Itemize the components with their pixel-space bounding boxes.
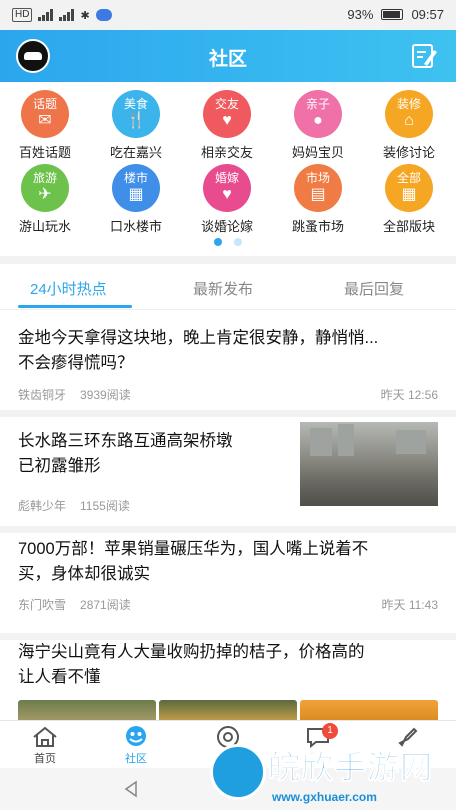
site-watermark: 皖欣手游网 www.gxhuaer.com: [210, 742, 456, 810]
battery-percent: 93%: [347, 7, 374, 22]
status-left: HD ✱: [12, 8, 112, 22]
status-right: 93% 09:57: [347, 7, 444, 22]
nav-community[interactable]: 社区: [106, 725, 166, 766]
tab-last-reply[interactable]: 最后回复: [344, 278, 404, 299]
signal-icon-2: [59, 9, 75, 21]
category-icon: 装修 ⌂: [385, 90, 433, 138]
home-icon: [33, 726, 57, 747]
category-label: 相亲交友: [200, 145, 253, 160]
list-item[interactable]: 长水路三环东路互通高架桥墩 已初露雏形 彪韩少年 1155阅读: [0, 417, 456, 533]
post-title: 金地今天拿得这块地，晚上肯定很安静，静悄悄... 不会瘆得慌吗？: [18, 329, 379, 372]
category-label: 百姓话题: [18, 145, 71, 160]
post-meta: 彪韩少年 1155阅读: [18, 497, 130, 514]
community-icon: [126, 726, 146, 746]
category-item[interactable]: 旅游 ✈ 游山玩水: [0, 164, 90, 235]
post-reads: 3939阅读: [80, 388, 131, 402]
page-dot-active[interactable]: [214, 238, 222, 246]
post-reads: 2871阅读: [80, 598, 131, 612]
category-item[interactable]: 楼市 ▦ 口水楼市: [91, 164, 181, 235]
post-title: 长水路三环东路互通高架桥墩 已初露雏形: [18, 432, 233, 475]
tab-24h-hot[interactable]: 24小时热点: [30, 278, 107, 299]
category-icon: 全部 ▦: [385, 164, 433, 212]
post-meta: 东门吹雪 2871阅读: [18, 596, 131, 613]
status-bar: HD ✱ 93% 09:57: [0, 0, 456, 30]
back-triangle-icon[interactable]: [122, 780, 140, 798]
clock: 09:57: [411, 7, 444, 22]
active-tab-indicator: [18, 305, 132, 308]
list-item[interactable]: 金地今天拿得这块地，晚上肯定很安静，静悄悄... 不会瘆得慌吗？ 铁齿铜牙 39…: [0, 310, 456, 417]
category-icon: 话题 ✉: [21, 90, 69, 138]
category-label: 装修讨论: [382, 145, 435, 160]
page-dot[interactable]: [234, 238, 242, 246]
post-time: 昨天 12:56: [380, 388, 438, 402]
category-item[interactable]: 话题 ✉ 百姓话题: [0, 90, 90, 161]
category-item[interactable]: 婚嫁 ♥ 谈婚论嫁: [182, 164, 272, 235]
feed-tabs: 24小时热点 最新发布 最后回复: [0, 264, 456, 310]
category-label: 谈婚论嫁: [200, 219, 253, 234]
post-image: [18, 700, 156, 722]
battery-icon: [381, 9, 404, 20]
category-icon: 市场 ▤: [294, 164, 342, 212]
octopus-logo-icon: [210, 744, 266, 800]
nav-home[interactable]: 首页: [15, 725, 75, 766]
category-item[interactable]: 美食 🍴 吃在嘉兴: [91, 90, 181, 161]
tab-latest[interactable]: 最新发布: [193, 278, 253, 299]
bluetooth-icon: ✱: [80, 9, 90, 22]
post-reads: 1155阅读: [80, 499, 130, 513]
category-icon: 美食 🍴: [112, 90, 160, 138]
page-indicator: [0, 238, 456, 246]
category-label: 妈妈宝贝: [291, 145, 344, 160]
post-image: [159, 700, 297, 722]
category-item[interactable]: 交友 ♥ 相亲交友: [182, 90, 272, 161]
category-item[interactable]: 市场 ▤ 跳蚤市场: [273, 164, 363, 235]
post-meta: 铁齿铜牙 3939阅读: [18, 386, 131, 403]
app-notification-icon: [95, 9, 112, 21]
post-author: 彪韩少年: [18, 499, 67, 513]
post-author: 东门吹雪: [18, 598, 67, 612]
post-title: 海宁尖山竟有人大量收购扔掉的桔子，价格高的 让人看不懂: [18, 643, 365, 686]
category-icon: 交友 ♥: [203, 90, 251, 138]
signal-icon: [38, 9, 54, 21]
category-label: 跳蚤市场: [291, 219, 344, 234]
post-author: 铁齿铜牙: [18, 388, 67, 402]
post-thumbnail: [300, 422, 438, 506]
category-row-2: 旅游 ✈ 游山玩水 楼市 ▦ 口水楼市 婚嫁 ♥ 谈婚论嫁 市场 ▤ 跳蚤市场: [0, 164, 456, 238]
post-time: 昨天 11:43: [381, 598, 438, 612]
category-icon: 楼市 ▦: [112, 164, 160, 212]
post-title: 7000万部！苹果销量碾压华为，国人嘴上说着不 买，身体却很诚实: [18, 540, 369, 583]
category-item[interactable]: 装修 ⌂ 装修讨论: [364, 90, 454, 161]
category-icon: 旅游 ✈: [21, 164, 69, 212]
hd-indicator: HD: [12, 8, 33, 22]
edit-icon[interactable]: [410, 42, 438, 70]
category-label: 游山玩水: [18, 219, 71, 234]
app-header: 社区: [0, 30, 456, 82]
page-title: 社区: [208, 49, 247, 70]
nav-label: 首页: [34, 753, 56, 765]
category-label: 全部版块: [382, 219, 435, 234]
category-label: 吃在嘉兴: [109, 145, 162, 160]
unread-badge: 1: [322, 723, 338, 739]
list-item[interactable]: 7000万部！苹果销量碾压华为，国人嘴上说着不 买，身体却很诚实 东门吹雪 28…: [0, 533, 456, 640]
nav-label: 社区: [125, 753, 147, 765]
category-icon: 亲子 ●: [294, 90, 342, 138]
post-image-strip: [18, 700, 438, 722]
watermark-url: www.gxhuaer.com: [272, 790, 377, 804]
category-item[interactable]: 亲子 ● 妈妈宝贝: [273, 90, 363, 161]
watermark-title: 皖欣手游网: [267, 748, 434, 787]
category-icon: 婚嫁 ♥: [203, 164, 251, 212]
section-divider: [0, 256, 456, 264]
post-image: [300, 700, 438, 722]
category-row-1: 话题 ✉ 百姓话题 美食 🍴 吃在嘉兴 交友 ♥ 相亲交友 亲子 ● 妈妈宝贝: [0, 90, 456, 164]
category-item[interactable]: 全部 ▦ 全部版块: [364, 164, 454, 235]
category-label: 口水楼市: [109, 219, 162, 234]
